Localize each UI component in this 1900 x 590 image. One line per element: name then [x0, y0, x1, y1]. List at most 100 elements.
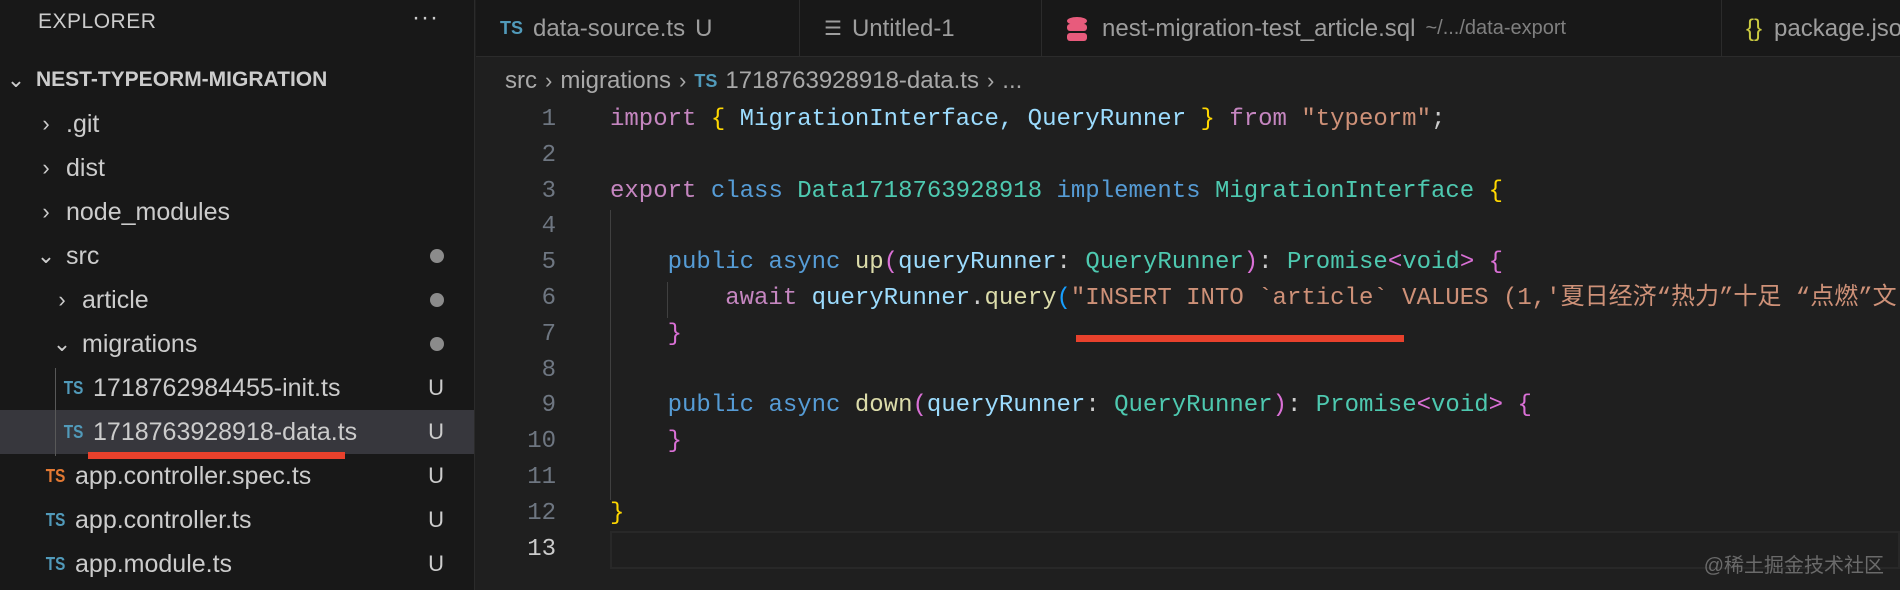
code-token: (: [883, 249, 899, 277]
code-token: MigrationInterface, QueryRunner: [725, 106, 1201, 133]
code-token: {: [1488, 177, 1503, 205]
tab-sql-file[interactable]: nest-migration-test_article.sql ~/.../da…: [1042, 0, 1722, 57]
code-line: 1 import { MigrationInterface, QueryRunne…: [0, 102, 1900, 138]
code-token: {: [1517, 392, 1532, 420]
code-token: QueryRunner: [1114, 392, 1273, 420]
json-braces-icon: {}: [1746, 14, 1763, 42]
code-line: 9 public async down(queryRunner: QueryRu…: [0, 388, 1900, 424]
line-number: 13: [527, 535, 556, 563]
code-token: void: [1431, 392, 1489, 420]
text-lines-icon: ☰: [824, 18, 842, 40]
code-token: (: [912, 392, 927, 420]
code-token: async: [768, 249, 841, 277]
breadcrumb-src[interactable]: src: [505, 67, 537, 95]
code-token: {: [1488, 249, 1504, 277]
breadcrumb-file[interactable]: 1718763928918-data.ts: [725, 67, 979, 95]
tab-untitled-1[interactable]: ☰ Untitled-1: [800, 0, 1042, 57]
breadcrumb: src › migrations › TS 1718763928918-data…: [505, 64, 1022, 98]
code-token: }: [667, 320, 683, 348]
chevron-right-icon: ›: [986, 68, 995, 93]
code-token: Data1718763928918: [797, 177, 1043, 205]
code-text: export class Data1718763928918 implement…: [610, 174, 1503, 210]
project-root-folder[interactable]: ⌄ NEST-TYPEORM-MIGRATION: [0, 58, 474, 102]
code-token: Promise: [1315, 392, 1417, 420]
code-line: 6 await queryRunner.query("INSERT INTO `…: [0, 281, 1900, 317]
code-token: <: [1416, 392, 1432, 420]
code-line: 3 export class Data1718763928918 implemen…: [0, 174, 1900, 210]
line-number: 4: [541, 213, 556, 241]
explorer-title: EXPLORER: [38, 10, 157, 33]
code-token: }: [667, 428, 683, 456]
ts-icon: TS: [694, 70, 718, 91]
more-actions-button[interactable]: ···: [412, 4, 439, 32]
line-number: 7: [541, 320, 556, 348]
code-token: from: [1229, 106, 1287, 133]
code-text: public async down(queryRunner: QueryRunn…: [610, 388, 1532, 424]
breadcrumb-symbols[interactable]: ...: [1002, 67, 1022, 95]
code-token: down: [854, 392, 913, 420]
code-text: import { MigrationInterface, QueryRunner…: [610, 102, 1445, 138]
database-icon: [1067, 16, 1087, 41]
chevron-right-icon: ›: [545, 68, 553, 93]
tab-label: Untitled-1: [851, 14, 955, 42]
line-number: 12: [527, 499, 556, 527]
editor-tab-bar: TS data-source.ts U ☰ Untitled-1 nest-mi…: [476, 0, 1900, 57]
code-token: :: [1085, 392, 1115, 420]
code-text: }: [610, 496, 624, 532]
code-token: {: [710, 106, 726, 133]
code-token: import: [610, 106, 697, 133]
code-token: >: [1488, 392, 1504, 420]
code-token: MigrationInterface: [1214, 177, 1475, 205]
code-line: 8: [0, 353, 1900, 389]
code-token: >: [1459, 249, 1475, 277]
code-token: ;: [1430, 106, 1446, 133]
tab-description: ~/.../data-export: [1425, 17, 1567, 39]
code-line: 2: [0, 138, 1900, 174]
tab-data-source[interactable]: TS data-source.ts U: [476, 0, 800, 57]
code-token: "INSERT INTO `article` VALUES (1,'夏日经济“热…: [1070, 285, 1897, 312]
code-token: ): [1272, 392, 1287, 420]
code-token: :: [1286, 392, 1316, 420]
code-line: 13: [0, 532, 1900, 568]
tab-label: nest-migration-test_article.sql: [1102, 14, 1416, 42]
code-token: implements: [1056, 177, 1201, 205]
code-token: queryRunner: [926, 392, 1086, 420]
ts-icon: TS: [500, 18, 524, 38]
breadcrumb-migrations[interactable]: migrations: [560, 67, 671, 95]
line-number: 1: [541, 106, 556, 133]
chevron-down-icon: ⌄: [6, 67, 26, 92]
line-number: 8: [541, 356, 556, 384]
code-text: public async up(queryRunner: QueryRunner…: [610, 245, 1503, 281]
code-token: :: [1056, 249, 1086, 277]
code-token: Promise: [1286, 249, 1388, 277]
tab-label: data-source.ts: [533, 14, 686, 42]
code-token: }: [610, 499, 625, 527]
code-token: <: [1387, 249, 1403, 277]
code-token: void: [1402, 249, 1460, 277]
line-number: 6: [541, 285, 556, 312]
line-number: 3: [541, 177, 556, 205]
code-token: public: [667, 392, 755, 420]
line-number: 5: [541, 249, 556, 277]
code-token: queryRunner: [898, 249, 1057, 277]
code-text: await queryRunner.query("INSERT INTO `ar…: [610, 281, 1897, 317]
tab-package-json[interactable]: {} package.json: [1722, 0, 1900, 57]
code-token: export: [610, 177, 697, 205]
tab-label: package.json: [1774, 14, 1900, 42]
